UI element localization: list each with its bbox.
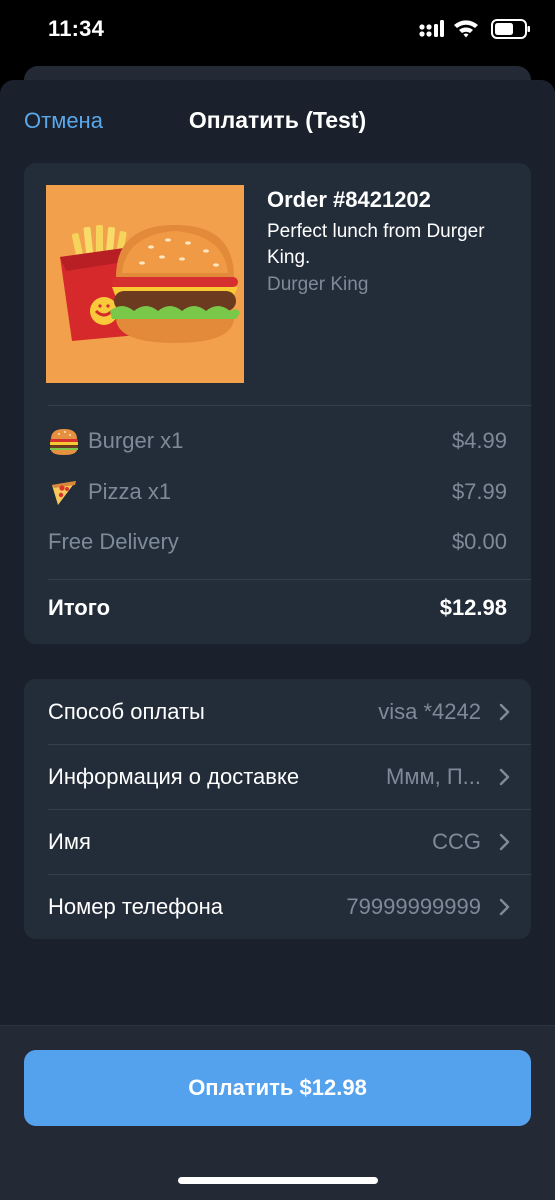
divider xyxy=(48,579,531,580)
payment-sheet: Отмена Оплатить (Test) Order #8421202 Pe… xyxy=(0,80,555,1200)
status-bar: 11:34 xyxy=(0,0,555,62)
burger-emoji-icon xyxy=(50,429,78,455)
page-title: Оплатить (Test) xyxy=(188,107,367,133)
home-indicator[interactable] xyxy=(178,1177,378,1184)
order-header: Order #8421202 Perfect lunch from Durger… xyxy=(24,163,531,405)
info-row-label: Имя xyxy=(48,829,91,854)
shipping-info-row[interactable]: Информация о доставке Ммм, П... xyxy=(24,744,531,809)
burger-fries-illustration xyxy=(46,185,244,383)
burger xyxy=(110,225,240,343)
line-item-label: Burger x1 xyxy=(88,428,184,453)
line-item: Free Delivery $0.00 xyxy=(48,521,507,561)
payment-method-row[interactable]: Способ оплаты visa *4242 xyxy=(24,679,531,744)
phone-row[interactable]: Номер телефона 79999999999 xyxy=(24,874,531,939)
info-row-value: 79999999999 xyxy=(346,894,481,919)
total-row: Итого $12.98 xyxy=(48,587,507,627)
order-title: Order #8421202 xyxy=(267,187,431,212)
line-item-price: $4.99 xyxy=(451,428,507,453)
total-price: $12.98 xyxy=(439,595,507,620)
line-item-price: $0.00 xyxy=(451,529,507,554)
info-row-label: Номер телефона xyxy=(48,894,223,919)
line-item: Burger x1 $4.99 xyxy=(48,420,507,460)
info-row-label: Информация о доставке xyxy=(48,764,300,789)
divider xyxy=(48,405,531,406)
line-item-price: $7.99 xyxy=(451,479,507,504)
nav-bar: Отмена Оплатить (Test) xyxy=(0,80,555,162)
wifi-icon xyxy=(454,20,478,38)
total-label: Итого xyxy=(48,595,111,620)
name-row[interactable]: Имя CCG xyxy=(24,809,531,874)
info-row-value: Ммм, П... xyxy=(386,764,481,789)
line-item-label: Free Delivery xyxy=(48,529,179,554)
chevron-right-icon xyxy=(499,768,510,786)
line-item: Pizza x1 $7.99 xyxy=(48,471,507,511)
info-row-label: Способ оплаты xyxy=(48,699,205,724)
info-row-value: CCG xyxy=(432,829,481,854)
status-time: 11:34 xyxy=(48,16,105,41)
line-item-label: Pizza x1 xyxy=(88,479,172,504)
info-row-value: visa *4242 xyxy=(378,699,481,724)
pizza-emoji-icon xyxy=(52,481,76,505)
order-description: Perfect lunch from Durger King. xyxy=(267,221,485,268)
chevron-right-icon xyxy=(499,898,510,916)
cellular-signal-icon xyxy=(419,20,444,37)
bottom-bar: Оплатить $12.98 xyxy=(0,1025,555,1200)
battery-icon xyxy=(491,19,530,39)
pay-button[interactable]: Оплатить $12.98 xyxy=(24,1050,531,1126)
chevron-right-icon xyxy=(499,833,510,851)
chevron-right-icon xyxy=(499,703,510,721)
product-image xyxy=(46,185,244,383)
order-card: Order #8421202 Perfect lunch from Durger… xyxy=(24,163,531,644)
order-merchant: Durger King xyxy=(267,274,369,295)
payment-info-card: Способ оплаты visa *4242 Информация о до… xyxy=(24,679,531,939)
